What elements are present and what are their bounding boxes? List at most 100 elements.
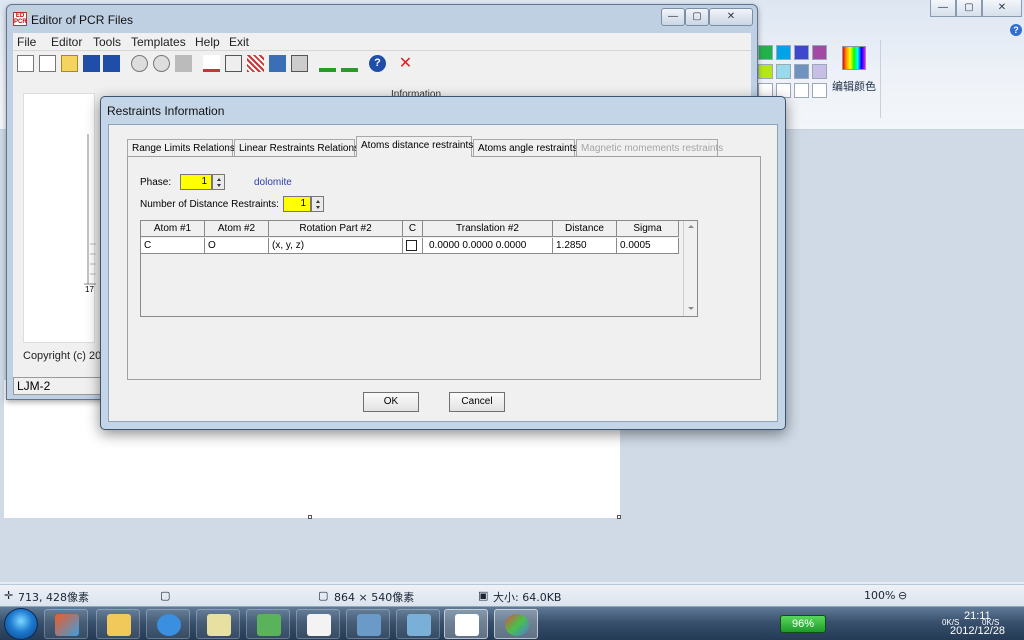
save-all-icon[interactable] — [103, 55, 120, 72]
taskbar-app[interactable] — [396, 609, 440, 639]
num-restraints-stepper[interactable] — [311, 196, 324, 212]
menu-file[interactable]: File — [17, 35, 36, 49]
cell-atom2[interactable]: O — [205, 238, 269, 254]
tab-linear-restraints[interactable]: Linear Restraints Relations — [234, 139, 359, 157]
resize-handle[interactable] — [308, 515, 312, 519]
structure-icon[interactable] — [269, 55, 286, 72]
restraints-dialog: Restraints Information Range Limits Rela… — [100, 96, 786, 430]
taskbar-app[interactable] — [246, 609, 290, 639]
c-checkbox[interactable] — [406, 240, 417, 251]
resize-handle[interactable] — [617, 515, 621, 519]
taskbar-app[interactable] — [346, 609, 390, 639]
cursor-icon: ✛ — [4, 589, 14, 602]
column-header: Sigma — [617, 221, 679, 237]
help-icon[interactable]: ? — [369, 55, 386, 72]
tab-atoms-distance[interactable]: Atoms distance restraints — [356, 136, 473, 157]
tab-range-limits[interactable]: Range Limits Relations — [127, 139, 235, 157]
taskbar-app-paint[interactable] — [494, 609, 538, 639]
open-folder-icon[interactable] — [61, 55, 78, 72]
zoom-icon[interactable] — [131, 55, 148, 72]
menu-help[interactable]: Help — [195, 35, 220, 49]
help-icon[interactable]: ? — [1010, 24, 1022, 36]
pattern-preview — [23, 93, 96, 343]
file-size: 大小: 64.0KB — [493, 591, 562, 604]
close-button[interactable]: ✕ — [982, 0, 1022, 17]
phase-name: dolomite — [254, 177, 292, 188]
window-title: Editor of PCR Files — [31, 13, 134, 27]
edpcr-icon: ED PCR — [13, 12, 27, 26]
clock-time[interactable]: 21:11 — [964, 610, 991, 622]
taskbar-app[interactable] — [44, 609, 88, 639]
menu-editor[interactable]: Editor — [51, 35, 82, 49]
maximize-button[interactable]: ▢ — [685, 8, 709, 26]
tab-atoms-angle[interactable]: Atoms angle restraints — [473, 139, 578, 157]
cancel-button[interactable]: Cancel — [449, 392, 505, 412]
battery-indicator[interactable]: 96% — [780, 615, 826, 633]
phase-stepper[interactable] — [212, 174, 225, 190]
pdf-icon — [307, 614, 331, 636]
scroll-up-icon[interactable] — [688, 225, 694, 228]
cursor-position: 713, 428像素 — [18, 591, 89, 604]
column-header: C — [403, 221, 423, 237]
wizard-icon[interactable] — [39, 55, 56, 72]
color-swatch[interactable] — [758, 64, 773, 79]
start-button[interactable] — [4, 608, 38, 640]
table-scrollbar[interactable] — [683, 221, 697, 316]
edit-colors-label[interactable]: 编辑颜色 — [832, 78, 876, 94]
column-header: Rotation Part #2 — [269, 221, 403, 237]
cif-to-pcr-icon[interactable] — [319, 55, 336, 72]
color-swatch[interactable] — [794, 83, 809, 98]
taskbar-app-edpcr[interactable] — [444, 609, 488, 639]
new-file-icon[interactable] — [17, 55, 34, 72]
color-swatch[interactable] — [812, 83, 827, 98]
minimize-button[interactable]: — — [930, 0, 956, 17]
color-swatch[interactable] — [812, 64, 827, 79]
menu-tools[interactable]: Tools — [93, 35, 121, 49]
cell-rotation[interactable]: (x, y, z) — [269, 238, 403, 254]
taskbar-app[interactable] — [196, 609, 240, 639]
taskbar-app[interactable] — [296, 609, 340, 639]
minimize-button[interactable]: — — [661, 8, 685, 26]
menu-exit[interactable]: Exit — [229, 35, 249, 49]
status-panel: LJM-2 — [13, 377, 113, 395]
num-restraints-input[interactable]: 1 — [283, 196, 311, 212]
cell-sigma[interactable]: 0.0005 — [617, 238, 679, 254]
num-restraints-label: Number of Distance Restraints: — [140, 199, 279, 210]
atoms-icon[interactable] — [291, 55, 308, 72]
taskbar-app[interactable] — [146, 609, 190, 639]
zoom-out-button[interactable]: ⊖ — [898, 589, 907, 602]
save-icon[interactable] — [83, 55, 100, 72]
menu-templates[interactable]: Templates — [131, 35, 186, 49]
color-swatch[interactable] — [776, 64, 791, 79]
cell-translation[interactable]: 0.0000 0.0000 0.0000 — [423, 238, 553, 254]
pattern-icon[interactable] — [203, 55, 220, 72]
close-icon[interactable]: ✕ — [397, 55, 414, 72]
ok-button[interactable]: OK — [363, 392, 419, 412]
scroll-down-icon[interactable] — [688, 307, 694, 310]
zoom-out-icon[interactable] — [153, 55, 170, 72]
color-swatch[interactable] — [812, 45, 827, 60]
clock-date[interactable]: 2012/12/28 — [950, 625, 1005, 637]
edit-colors-icon[interactable] — [842, 46, 866, 70]
cell-atom1[interactable]: C — [141, 238, 205, 254]
color-swatch[interactable] — [794, 45, 809, 60]
close-button[interactable]: ✕ — [709, 8, 753, 26]
column-header: Translation #2 — [423, 221, 553, 237]
network-app-icon — [257, 614, 281, 636]
maximize-button[interactable]: ▢ — [956, 0, 982, 17]
edpcr-icon — [455, 614, 479, 636]
taskbar-app[interactable] — [96, 609, 140, 639]
phase-input[interactable]: 1 — [180, 174, 212, 190]
color-swatch[interactable] — [776, 45, 791, 60]
cell-distance[interactable]: 1.2850 — [553, 238, 617, 254]
color-swatch[interactable] — [794, 64, 809, 79]
cell-c — [403, 238, 423, 254]
tab-magnetic-moments: Magnetic momements restraints — [576, 139, 723, 157]
ins-to-pcr-icon[interactable] — [341, 55, 358, 72]
color-swatch[interactable] — [758, 45, 773, 60]
bragg-icon[interactable] — [225, 55, 242, 72]
axis-tick-label: 17 — [85, 285, 94, 294]
fourier-icon[interactable] — [247, 55, 264, 72]
print-icon[interactable] — [175, 55, 192, 72]
fps-toolbar-icon — [207, 614, 231, 636]
